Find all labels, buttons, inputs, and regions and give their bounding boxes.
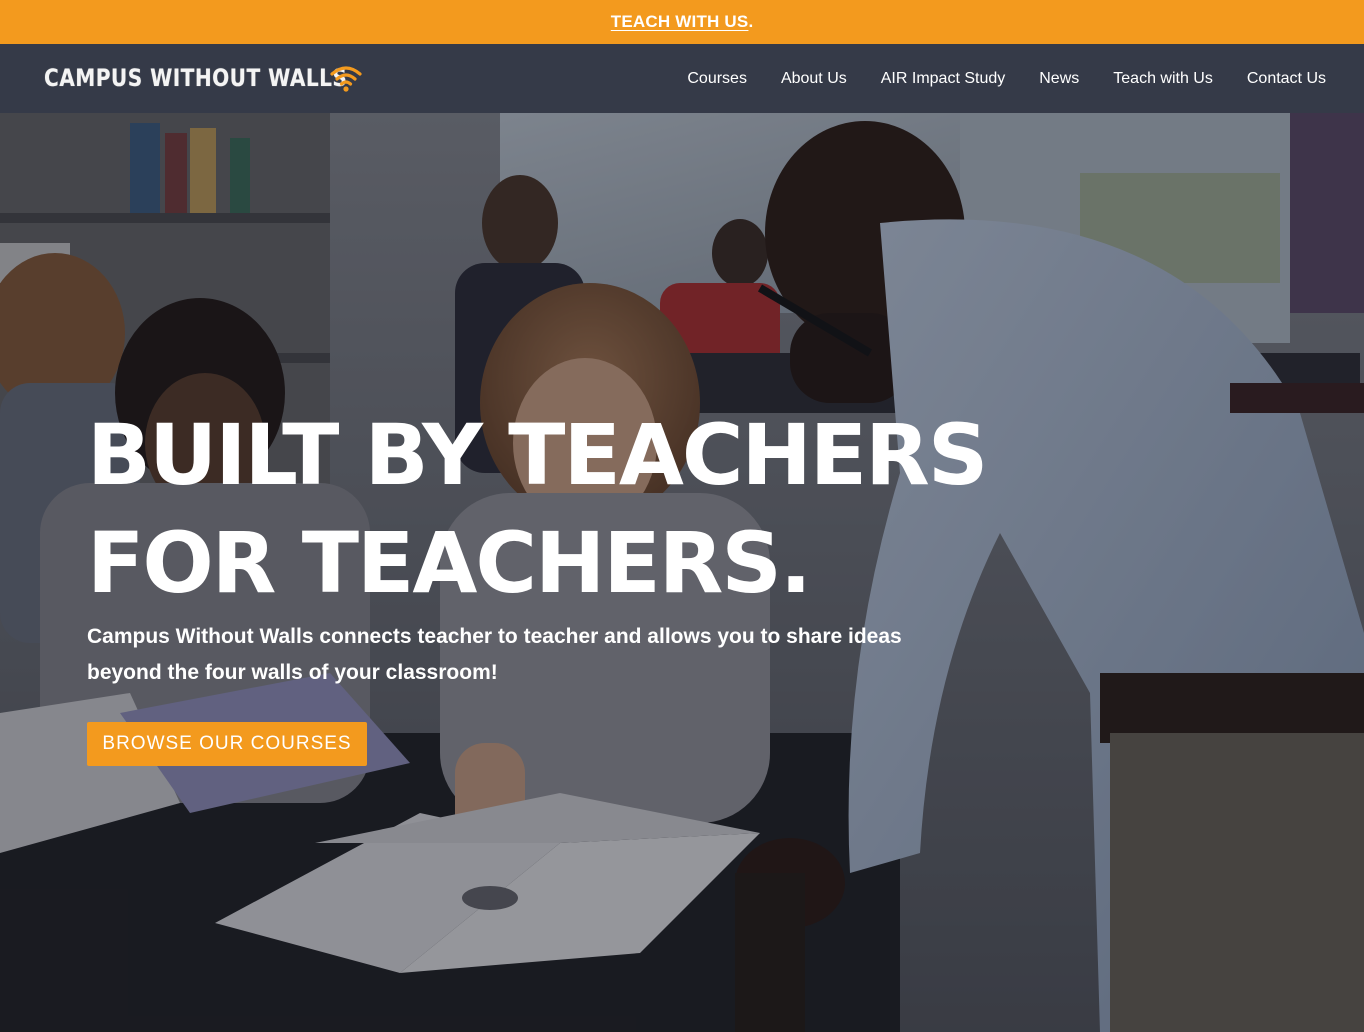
announcement-suffix: .: [748, 12, 754, 31]
nav-item-air-impact-study[interactable]: AIR Impact Study: [881, 70, 1006, 88]
browse-courses-button[interactable]: BROWSE OUR COURSES: [87, 722, 367, 766]
nav-item-news[interactable]: News: [1039, 70, 1079, 88]
nav-item-courses[interactable]: Courses: [687, 70, 747, 88]
hero-headline: BUILT BY TEACHERS FOR TEACHERS.: [87, 401, 988, 617]
nav-menu: Courses About Us AIR Impact Study News T…: [653, 44, 1326, 113]
nav-item-teach-with-us[interactable]: Teach with Us: [1113, 70, 1213, 88]
announcement-bar: TEACH WITH US.: [0, 0, 1364, 44]
site-logo[interactable]: CAMPUS WITHOUT WALLS: [44, 64, 405, 92]
hero-headline-line-1: BUILT BY TEACHERS: [87, 406, 988, 504]
logo-text: CAMPUS WITHOUT WALLS: [44, 64, 348, 92]
nav-item-contact-us[interactable]: Contact Us: [1247, 70, 1326, 88]
wifi-signal-icon: [330, 66, 362, 92]
hero-section: BUILT BY TEACHERS FOR TEACHERS. Campus W…: [0, 113, 1364, 1032]
teach-with-us-link[interactable]: TEACH WITH US: [611, 12, 749, 32]
hero-subtext: Campus Without Walls connects teacher to…: [87, 625, 902, 684]
main-navigation: CAMPUS WITHOUT WALLS Courses About Us AI…: [0, 44, 1364, 113]
nav-item-about-us[interactable]: About Us: [781, 70, 847, 88]
hero-headline-line-2: FOR TEACHERS.: [87, 514, 812, 612]
